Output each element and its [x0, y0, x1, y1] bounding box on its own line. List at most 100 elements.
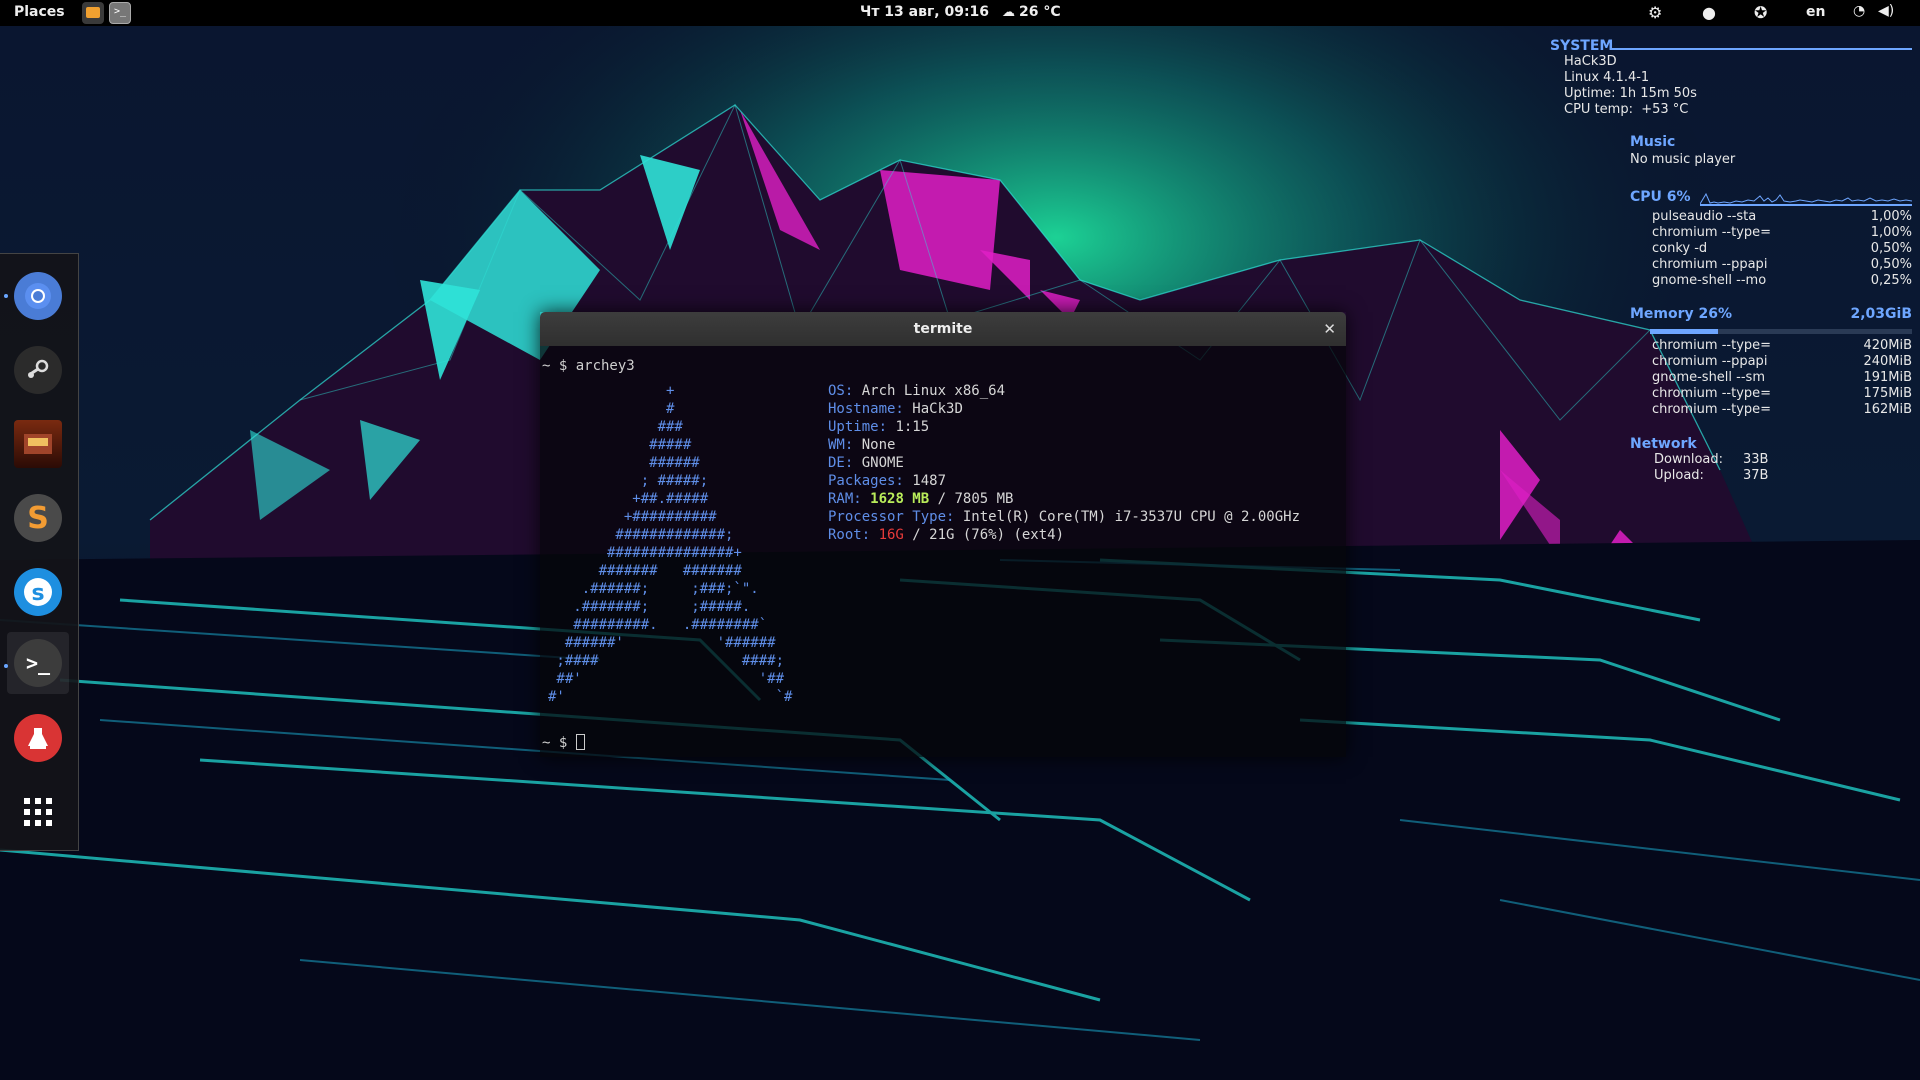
svg-text:s: s	[31, 581, 44, 606]
network-heading: Network	[1630, 436, 1697, 452]
logo-line: +##.#####	[548, 491, 709, 507]
accessibility-icon[interactable]: ✪	[1754, 3, 1767, 22]
info-row: WM: None	[828, 436, 1300, 454]
window-title: termite	[913, 321, 973, 337]
sublime-text-icon[interactable]: S	[14, 494, 62, 542]
dash-to-dock: S s >_	[0, 253, 79, 851]
info-row: Uptime: 1:15	[828, 418, 1300, 436]
logo-line: +	[548, 383, 675, 399]
process-name: chromium --ppapi	[1652, 257, 1768, 272]
process-name: chromium --type=	[1652, 225, 1772, 240]
process-value: 0,50%	[1870, 241, 1912, 256]
info-key: Packages:	[828, 473, 913, 489]
volume-icon[interactable]: ◀)	[1878, 3, 1894, 19]
info-value: / 21G (76%) (ext4)	[903, 527, 1065, 543]
terminal-app-icon[interactable]: >_	[109, 2, 131, 24]
process-name: chromium --type=	[1652, 338, 1772, 353]
chromium-icon[interactable]	[14, 272, 62, 320]
clock-date[interactable]: Чт 13 авг, 09:16	[860, 4, 989, 20]
logo-line: #########. .########`	[548, 617, 768, 633]
process-name: gnome-shell --mo	[1652, 273, 1767, 288]
process-name: chromium --type=	[1652, 386, 1772, 401]
process-value: 1,00%	[1870, 209, 1912, 224]
cpu-temp: CPU temp: +53 °C	[1564, 102, 1689, 117]
info-value: Arch Linux x86_64	[861, 383, 1006, 399]
info-row: Hostname: HaCk3D	[828, 400, 1300, 418]
weather-indicator[interactable]: ☁ 26 °C	[1002, 4, 1061, 20]
logo-line: #	[548, 401, 675, 417]
logo-line: ; #####;	[548, 473, 709, 489]
info-value: / 7805 MB	[929, 491, 1014, 507]
uptime: Uptime: 1h 15m 50s	[1564, 86, 1697, 101]
places-menu[interactable]: Places	[14, 4, 65, 20]
window-titlebar[interactable]: termite ✕	[540, 312, 1346, 346]
memory-total: 2,03GiB	[1850, 306, 1912, 322]
show-applications-icon[interactable]	[14, 788, 62, 836]
ram-used-value: 1628 MB	[870, 491, 930, 507]
system-info-list: OS: Arch Linux x86_64 Hostname: HaCk3D Upt…	[828, 382, 1300, 544]
info-key: Hostname:	[828, 401, 913, 417]
logo-line: +##########	[548, 509, 717, 525]
download-label: Download:	[1654, 452, 1723, 467]
root-used-value: 16G	[878, 527, 904, 543]
keyboard-layout[interactable]: en	[1806, 4, 1825, 20]
cpu-graph	[1700, 192, 1912, 206]
wifi-icon[interactable]: ◔	[1853, 3, 1865, 19]
cpu-heading: CPU 6%	[1630, 189, 1691, 205]
info-value: Intel(R) Core(TM) i7-3537U CPU @ 2.00GHz	[962, 509, 1301, 525]
memory-heading: Memory 26%	[1630, 306, 1733, 322]
info-row: RAM: 1628 MB / 7805 MB	[828, 490, 1300, 508]
close-icon[interactable]: ✕	[1323, 312, 1336, 346]
info-row: DE: GNOME	[828, 454, 1300, 472]
music-status: No music player	[1630, 152, 1736, 167]
info-value: HaCk3D	[912, 401, 963, 417]
process-name: pulseaudio --sta	[1652, 209, 1757, 224]
hostname: HaCk3D	[1564, 54, 1617, 69]
settings-icon[interactable]: ⚙	[1648, 3, 1662, 22]
process-value: 162MiB	[1863, 402, 1912, 417]
weather-temp: 26 °C	[1019, 4, 1061, 20]
top-panel: Places >_ Чт 13 авг, 09:16 ☁ 26 °C ⚙ ● ✪ …	[0, 0, 1920, 26]
weather-cloud-icon: ☁	[1002, 5, 1015, 20]
info-key: DE:	[828, 455, 862, 471]
system-divider	[1612, 48, 1912, 50]
memory-usage-fill	[1650, 329, 1719, 334]
logo-line: .#######; ;#####.	[548, 599, 751, 615]
text-cursor	[575, 734, 585, 750]
logo-line: ####### #######	[548, 563, 742, 579]
files-app-icon[interactable]	[82, 2, 104, 24]
process-value: 175MiB	[1863, 386, 1912, 401]
logo-line: #' `#	[548, 689, 793, 705]
info-row: Root: 16G / 21G (76%) (ext4)	[828, 526, 1300, 544]
terminal-window[interactable]: termite ✕ ~ $ archey3 + # ### ##### ####…	[540, 312, 1346, 757]
logo-line: ###	[548, 419, 683, 435]
process-value: 420MiB	[1863, 338, 1912, 353]
logo-line: ######	[548, 455, 700, 471]
terminal-output[interactable]: ~ $ archey3 + # ### ##### ###### ; #####…	[540, 346, 1346, 757]
info-value: None	[861, 437, 896, 453]
terminal-icon[interactable]: >_	[14, 639, 62, 687]
logo-line: #####	[548, 437, 692, 453]
process-value: 0,50%	[1870, 257, 1912, 272]
current-prompt[interactable]: ~ $	[542, 734, 585, 752]
download-value: 33B	[1743, 452, 1769, 467]
upload-label: Upload:	[1654, 468, 1704, 483]
test-app-icon[interactable]	[14, 714, 62, 762]
system-heading: SYSTEM	[1550, 38, 1614, 54]
process-value: 1,00%	[1870, 225, 1912, 240]
logo-line: ######' '######	[548, 635, 776, 651]
process-value: 0,25%	[1870, 273, 1912, 288]
info-key: RAM:	[828, 491, 871, 507]
info-key: OS:	[828, 383, 862, 399]
arch-ascii-logo: + # ### ##### ###### ; #####; +##.##### …	[548, 382, 792, 706]
process-name: chromium --type=	[1652, 402, 1772, 417]
steam-icon[interactable]	[14, 346, 62, 394]
info-value: 1487	[912, 473, 947, 489]
path-of-exile-icon[interactable]	[14, 420, 62, 468]
logo-line: #############;	[548, 527, 734, 543]
steam-tray-icon[interactable]: ●	[1702, 3, 1716, 22]
info-key: Root:	[828, 527, 879, 543]
skype-icon[interactable]: s	[14, 568, 62, 616]
info-row: Packages: 1487	[828, 472, 1300, 490]
command-line: ~ $ archey3	[542, 358, 635, 374]
